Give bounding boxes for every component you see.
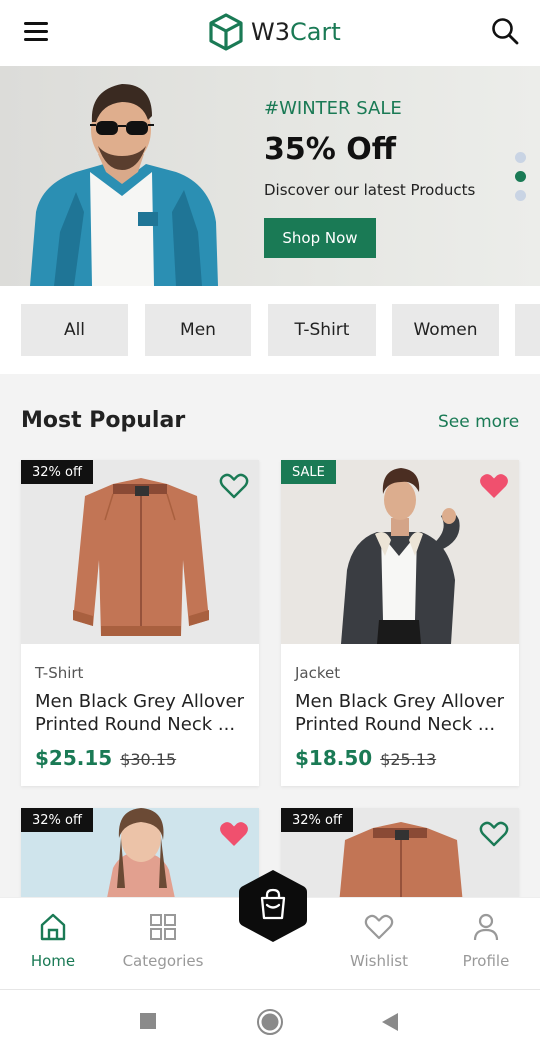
product-name-line: Men Black Grey Allover [295,691,505,712]
nav-profile-label: Profile [462,952,510,970]
back-button-icon[interactable] [381,1012,399,1032]
nav-home-label: Home [30,952,76,970]
category-chip-women[interactable]: Women [392,304,499,356]
product-image: 32% off [21,460,259,644]
heart-outline-icon [364,914,394,940]
carousel-dot-active[interactable] [515,171,526,182]
product-name[interactable]: Men Black Grey Allover Printed Round Nec… [35,690,245,736]
banner-subtitle: Discover our latest Products [264,181,476,199]
banner-tag: #WINTER SALE [264,98,402,119]
price-row: $25.15 $30.15 [35,746,245,770]
user-icon [473,913,499,941]
heart-filled-icon[interactable] [479,472,509,500]
product-name[interactable]: Men Black Grey Allover Printed Round Nec… [295,690,505,736]
product-name-line: Men Black Grey Allover [35,691,245,712]
heart-filled-icon[interactable] [219,820,249,848]
section-title: Most Popular [21,408,186,433]
product-image: 32% off [281,808,519,897]
carousel-dot[interactable] [515,152,526,163]
category-chip-more[interactable] [515,304,540,356]
app-logo[interactable]: W3Cart [207,12,341,52]
product-name-line: Printed Round Neck ... [35,714,236,735]
product-category: T-Shirt [35,664,84,682]
recent-apps-icon[interactable] [139,1012,157,1030]
cart-fab-button[interactable] [235,868,311,944]
heart-outline-icon[interactable] [219,472,249,500]
promo-banner[interactable]: #WINTER SALE 35% Off Discover our latest… [0,66,540,286]
see-more-link[interactable]: See more [438,412,519,432]
product-old-price: $25.13 [380,750,437,769]
carousel-indicator [515,152,527,209]
category-chip-men[interactable]: Men [145,304,251,356]
nav-categories[interactable]: Categories [113,912,213,970]
product-card[interactable]: 32% off [21,808,259,897]
product-image: SALE [281,460,519,644]
carousel-dot[interactable] [515,190,526,201]
nav-home[interactable]: Home [3,912,103,970]
product-name-line: Printed Round Neck ... [295,714,496,735]
logo-suffix: Cart [290,18,341,46]
product-category: Jacket [295,664,341,682]
product-info: Jacket Men Black Grey Allover Printed Ro… [281,644,519,786]
nav-wishlist-label: Wishlist [349,952,409,970]
product-price: $18.50 [295,746,373,770]
logo-text: W3Cart [251,18,341,46]
product-info: T-Shirt Men Black Grey Allover Printed R… [21,644,259,786]
product-image: 32% off [21,808,259,897]
heart-outline-icon[interactable] [479,820,509,848]
banner-model-image [30,84,218,286]
nav-wishlist[interactable]: Wishlist [329,912,429,970]
nav-categories-label: Categories [122,952,204,970]
search-icon[interactable] [490,16,520,46]
category-chips: All Men T-Shirt Women [0,286,540,374]
app-header: W3Cart [0,0,540,66]
discount-badge: 32% off [21,460,93,484]
discount-badge: 32% off [21,808,93,832]
product-card[interactable]: SALE Jacket Men Black Grey Allover Print… [281,460,519,786]
system-navigation-bar [0,989,540,1053]
category-chip-tshirt[interactable]: T-Shirt [268,304,376,356]
product-old-price: $30.15 [120,750,177,769]
product-card[interactable]: 32% off T-Shirt Men Black Grey Allover P… [21,460,259,786]
grid-icon [150,914,176,940]
cube-logo-icon [209,13,243,51]
home-icon [40,913,66,941]
price-row: $18.50 $25.13 [295,746,505,770]
logo-prefix: W3 [251,18,290,46]
product-price: $25.15 [35,746,113,770]
home-button-icon[interactable] [256,1008,284,1036]
banner-title: 35% Off [264,132,397,167]
hamburger-menu-icon[interactable] [24,22,48,42]
shop-now-button[interactable]: Shop Now [264,218,376,258]
nav-profile[interactable]: Profile [436,912,536,970]
discount-badge: 32% off [281,808,353,832]
category-chip-all[interactable]: All [21,304,128,356]
sale-badge: SALE [281,460,336,484]
product-card[interactable]: 32% off [281,808,519,897]
